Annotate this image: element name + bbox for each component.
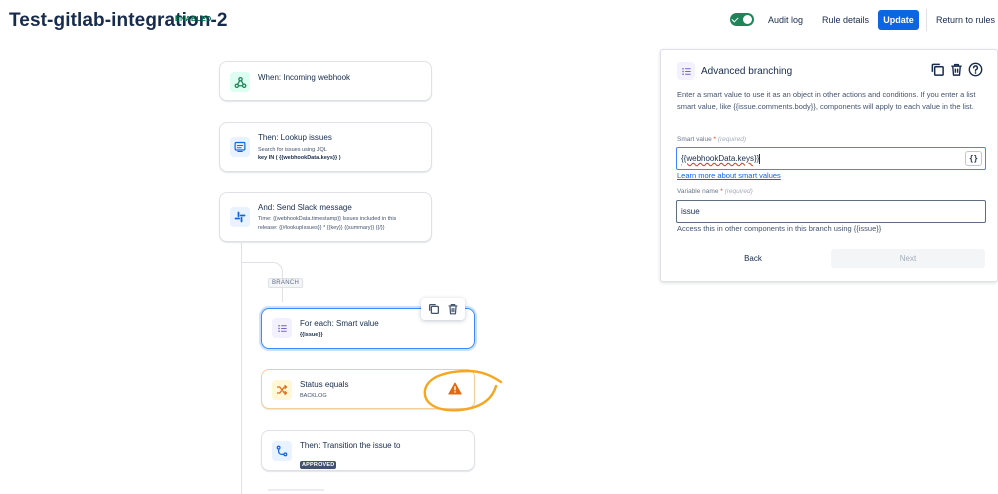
component-title: And: Send Slack message: [258, 203, 352, 212]
slack-icon: [230, 207, 250, 227]
component-send-slack-message[interactable]: And: Send Slack message Time: {{webhookD…: [219, 192, 432, 242]
component-status-value: BACKLOG: [300, 393, 327, 399]
next-button[interactable]: Next: [831, 249, 985, 268]
label-text: Smart value: [677, 136, 712, 143]
component-jql: key IN ( {{webhookData.keys}} ): [258, 154, 341, 162]
required-hint: (required): [717, 136, 747, 143]
jql-text: key IN ( {{webhookData.keys}} ): [258, 155, 341, 161]
component-incoming-webhook[interactable]: When: Incoming webhook: [219, 61, 432, 101]
smart-value-text: {{webhookData.keys}}: [681, 154, 760, 163]
variable-name-text: issue: [681, 207, 700, 216]
help-icon[interactable]: [968, 62, 984, 78]
approved-lozenge: APPROVED: [300, 461, 337, 469]
panel-title: Advanced branching: [701, 66, 793, 77]
update-button[interactable]: Update: [878, 10, 919, 30]
text-caret: [759, 153, 761, 164]
variable-name-input[interactable]: issue: [676, 200, 986, 223]
required-mark: *: [720, 188, 723, 195]
smart-value-input[interactable]: {{webhookData.keys}} {}: [676, 147, 986, 170]
required-mark: *: [713, 136, 717, 143]
variable-name-label: Variable name * (required): [677, 188, 753, 195]
component-lookup-issues[interactable]: Then: Lookup issues Search for issues us…: [219, 122, 432, 172]
branch-end-stub: [268, 489, 324, 491]
return-to-rules-button[interactable]: Return to rules: [936, 10, 995, 30]
rule-enabled-toggle[interactable]: [730, 13, 754, 26]
component-description-line2: release: {{#lookupIssues}} * {{key}} {{s…: [258, 225, 385, 231]
delete-icon[interactable]: [446, 302, 460, 316]
learn-more-link[interactable]: Learn more about smart values: [677, 171, 781, 180]
rule-details-button[interactable]: Rule details: [822, 10, 869, 30]
list-icon: [677, 62, 695, 80]
component-title: Then: Lookup issues: [258, 133, 332, 142]
component-actions-popup: [421, 298, 465, 320]
smart-value-picker-button[interactable]: {}: [965, 151, 982, 166]
component-description-line1: Time: {{webhookData.timestamp}} Issues i…: [258, 216, 397, 222]
component-title: For each: Smart value: [300, 319, 379, 328]
audit-log-button[interactable]: Audit log: [768, 10, 803, 30]
component-title: Then: Transition the issue to: [300, 441, 401, 450]
advanced-branching-panel: Advanced branching Enter a smart value t…: [660, 49, 998, 282]
component-transition-issue[interactable]: Then: Transition the issue to APPROVED: [261, 430, 475, 471]
label-text: Variable name: [677, 188, 719, 195]
smart-value-label: Smart value * (required): [677, 136, 746, 143]
shuffle-icon: [272, 380, 292, 400]
transition-icon: [272, 441, 292, 461]
duplicate-icon[interactable]: [930, 62, 946, 78]
toggle-knob: [743, 15, 752, 24]
header-divider: [926, 9, 927, 31]
component-status-lozenge-wrap: APPROVED: [300, 453, 337, 471]
component-smart-value: {{issue}}: [300, 332, 323, 338]
status-badge: ENABLED: [175, 16, 212, 23]
component-description: Search for issues using JQL: [258, 147, 327, 153]
list-icon: [272, 318, 292, 338]
back-button[interactable]: Back: [719, 250, 787, 268]
component-title: Status equals: [300, 380, 349, 389]
panel-description: Enter a smart value to use it as an obje…: [677, 90, 976, 111]
component-title: When: Incoming webhook: [258, 73, 351, 82]
lookup-issues-icon: [230, 137, 250, 157]
duplicate-icon[interactable]: [427, 302, 441, 316]
annotation-circle: [423, 369, 503, 412]
delete-icon[interactable]: [949, 62, 965, 78]
variable-name-hint: Access this in other components in this …: [677, 224, 882, 233]
branch-label: BRANCH: [268, 278, 304, 288]
webhook-icon: [230, 72, 250, 92]
required-hint: (required): [724, 188, 753, 195]
